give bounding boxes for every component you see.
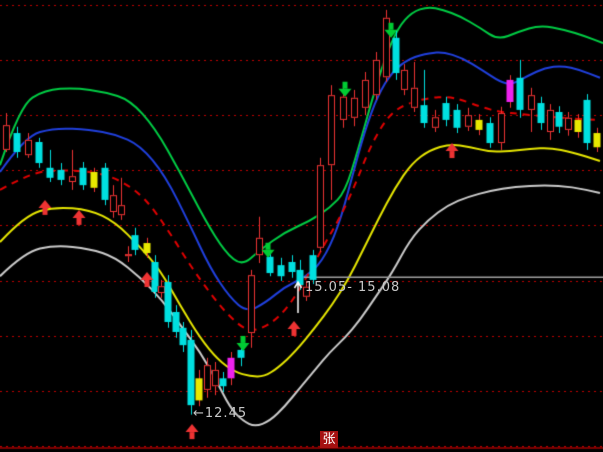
- low-price-label: ←12.45: [193, 406, 247, 421]
- stock-chart-window: 15.05- 15.08 ←12.45 张: [0, 0, 603, 452]
- price-chart-canvas[interactable]: [0, 0, 603, 452]
- event-marker-badge[interactable]: 张: [320, 431, 338, 448]
- price-range-label: 15.05- 15.08: [305, 280, 400, 295]
